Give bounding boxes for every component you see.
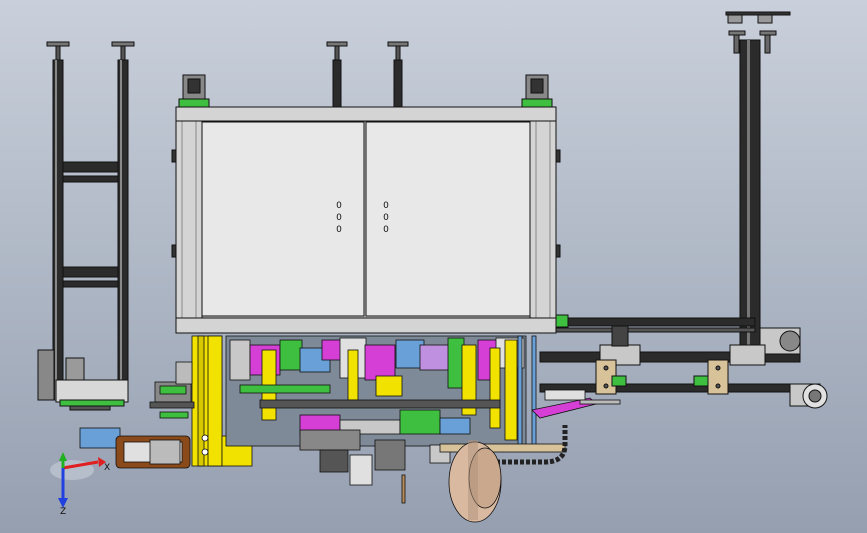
machine-assembly-drawing: 0 0 0 0 0 0 X Z: [37, 11, 828, 523]
coordinate-triad-icon: X Z: [50, 452, 110, 517]
center-feet: [326, 41, 409, 111]
svg-text:0: 0: [383, 225, 389, 235]
svg-text:0: 0: [336, 213, 342, 223]
left-frame-stand: [37, 41, 135, 411]
svg-text:0: 0: [336, 225, 342, 235]
lower-mechanism: [79, 335, 621, 523]
svg-text:Z: Z: [60, 507, 66, 517]
svg-text:0: 0: [383, 213, 389, 223]
svg-text:0: 0: [336, 201, 342, 211]
main-cabinet: [171, 74, 561, 334]
right-tall-stand: [539, 11, 828, 409]
door-handle-right: 0 0 0: [383, 201, 389, 235]
svg-text:0: 0: [383, 201, 389, 211]
door-handle-left: 0 0 0: [336, 201, 342, 235]
svg-text:X: X: [104, 463, 110, 473]
cad-viewport[interactable]: 0 0 0 0 0 0 X Z: [0, 0, 867, 533]
